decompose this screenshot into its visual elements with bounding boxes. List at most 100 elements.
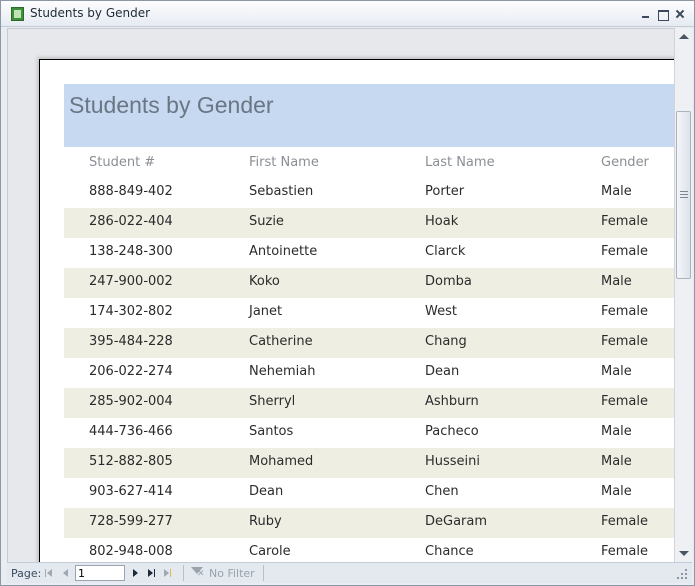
report-rows: 888-849-402 Sebastien Porter Male 286-02… <box>64 178 674 562</box>
access-report-icon <box>11 7 24 21</box>
table-row: 286-022-404 Suzie Hoak Female <box>64 208 674 238</box>
table-row: 247-900-002 Koko Domba Male <box>64 268 674 298</box>
previous-page-icon[interactable] <box>61 568 71 578</box>
table-row: 285-902-004 Sherryl Ashburn Female <box>64 388 674 418</box>
cell-gender: Female <box>601 544 649 559</box>
cell-first-name: Nehemiah <box>249 364 316 379</box>
cell-first-name: Mohamed <box>249 454 314 469</box>
cell-student-number: 888-849-402 <box>89 184 173 199</box>
table-row: 174-302-802 Janet West Female <box>64 298 674 328</box>
table-row: 206-022-274 Nehemiah Dean Male <box>64 358 674 388</box>
cell-first-name: Ruby <box>249 514 282 529</box>
cell-gender: Female <box>601 334 649 349</box>
cell-gender: Male <box>601 424 632 439</box>
cell-first-name: Janet <box>249 304 283 319</box>
report-window: Students by Gender Students by Gender St… <box>0 0 695 586</box>
cell-first-name: Koko <box>249 274 280 289</box>
grip-line <box>680 191 688 192</box>
cell-first-name: Carole <box>249 544 291 559</box>
filter-off-icon[interactable] <box>191 567 205 579</box>
first-page-icon[interactable] <box>45 568 55 578</box>
cell-last-name: Ashburn <box>425 394 479 409</box>
cell-last-name: Pacheco <box>425 424 479 439</box>
cell-student-number: 395-484-228 <box>89 334 173 349</box>
minimize-icon[interactable] <box>639 8 652 20</box>
table-row: 444-736-466 Santos Pacheco Male <box>64 418 674 448</box>
page-number-input[interactable] <box>75 565 125 581</box>
cell-last-name: Domba <box>425 274 472 289</box>
cell-student-number: 206-022-274 <box>89 364 173 379</box>
column-header-gender: Gender <box>601 155 649 170</box>
cell-last-name: Chance <box>425 544 474 559</box>
toolbar-divider <box>183 565 184 581</box>
restore-icon[interactable] <box>656 8 669 21</box>
cell-last-name: Dean <box>425 364 460 379</box>
cell-last-name: Hoak <box>425 214 459 229</box>
cell-gender: Male <box>601 274 632 289</box>
table-row: 512-882-805 Mohamed Husseini Male <box>64 448 674 478</box>
cell-student-number: 138-248-300 <box>89 244 173 259</box>
title-bar[interactable]: Students by Gender <box>1 1 694 27</box>
table-row: 888-849-402 Sebastien Porter Male <box>64 178 674 208</box>
column-header-last-name: Last Name <box>425 155 495 170</box>
cell-student-number: 247-900-002 <box>89 274 173 289</box>
cell-gender: Male <box>601 364 632 379</box>
cell-student-number: 512-882-805 <box>89 454 173 469</box>
cell-student-number: 285-902-004 <box>89 394 173 409</box>
cell-gender: Female <box>601 244 649 259</box>
cell-gender: Female <box>601 304 649 319</box>
scroll-down-icon[interactable] <box>679 551 689 556</box>
resize-grip-icon[interactable] <box>674 566 690 582</box>
cell-first-name: Catherine <box>249 334 313 349</box>
cell-student-number: 903-627-414 <box>89 484 173 499</box>
report-header: Students by Gender <box>64 84 674 147</box>
table-row: 138-248-300 Antoinette Clarck Female <box>64 238 674 268</box>
cell-first-name: Sherryl <box>249 394 296 409</box>
report-title: Students by Gender <box>69 92 274 118</box>
cell-gender: Male <box>601 184 632 199</box>
close-icon[interactable] <box>673 8 686 20</box>
new-record-icon[interactable] <box>163 568 173 578</box>
window-title: Students by Gender <box>30 6 151 20</box>
toolbar-divider <box>263 565 264 581</box>
cell-gender: Female <box>601 394 649 409</box>
scroll-thumb[interactable] <box>676 111 691 279</box>
cell-last-name: Chang <box>425 334 467 349</box>
scroll-up-icon[interactable] <box>679 34 689 39</box>
last-page-icon[interactable] <box>147 568 157 578</box>
report-page: Students by Gender Student # First Name … <box>39 59 674 562</box>
cell-student-number: 444-736-466 <box>89 424 173 439</box>
filter-status[interactable]: No Filter <box>209 567 255 580</box>
grip-line <box>680 197 688 198</box>
table-row: 395-484-228 Catherine Chang Female <box>64 328 674 358</box>
cell-student-number: 802-948-008 <box>89 544 173 559</box>
column-header-student-number: Student # <box>89 155 156 170</box>
cell-first-name: Santos <box>249 424 294 439</box>
record-navigation-bar: Page: No Filter <box>7 562 692 583</box>
cell-student-number: 728-599-277 <box>89 514 173 529</box>
table-row: 802-948-008 Carole Chance Female <box>64 538 674 562</box>
report-canvas: Students by Gender Student # First Name … <box>7 28 674 562</box>
cell-first-name: Sebastien <box>249 184 314 199</box>
cell-last-name: DeGaram <box>425 514 488 529</box>
cell-student-number: 174-302-802 <box>89 304 173 319</box>
table-row: 903-627-414 Dean Chen Male <box>64 478 674 508</box>
cell-gender: Male <box>601 454 632 469</box>
cell-last-name: West <box>425 304 457 319</box>
cell-first-name: Antoinette <box>249 244 318 259</box>
cell-last-name: Chen <box>425 484 459 499</box>
cell-last-name: Clarck <box>425 244 466 259</box>
vertical-scrollbar[interactable] <box>674 28 692 562</box>
grip-line <box>680 194 688 195</box>
cell-first-name: Dean <box>249 484 284 499</box>
cell-student-number: 286-022-404 <box>89 214 173 229</box>
cell-first-name: Suzie <box>249 214 284 229</box>
next-page-icon[interactable] <box>131 568 141 578</box>
cell-gender: Male <box>601 484 632 499</box>
cell-last-name: Husseini <box>425 454 481 469</box>
cell-gender: Female <box>601 214 649 229</box>
column-header-first-name: First Name <box>249 155 319 170</box>
page-label: Page: <box>11 567 42 580</box>
cell-last-name: Porter <box>425 184 465 199</box>
table-row: 728-599-277 Ruby DeGaram Female <box>64 508 674 538</box>
